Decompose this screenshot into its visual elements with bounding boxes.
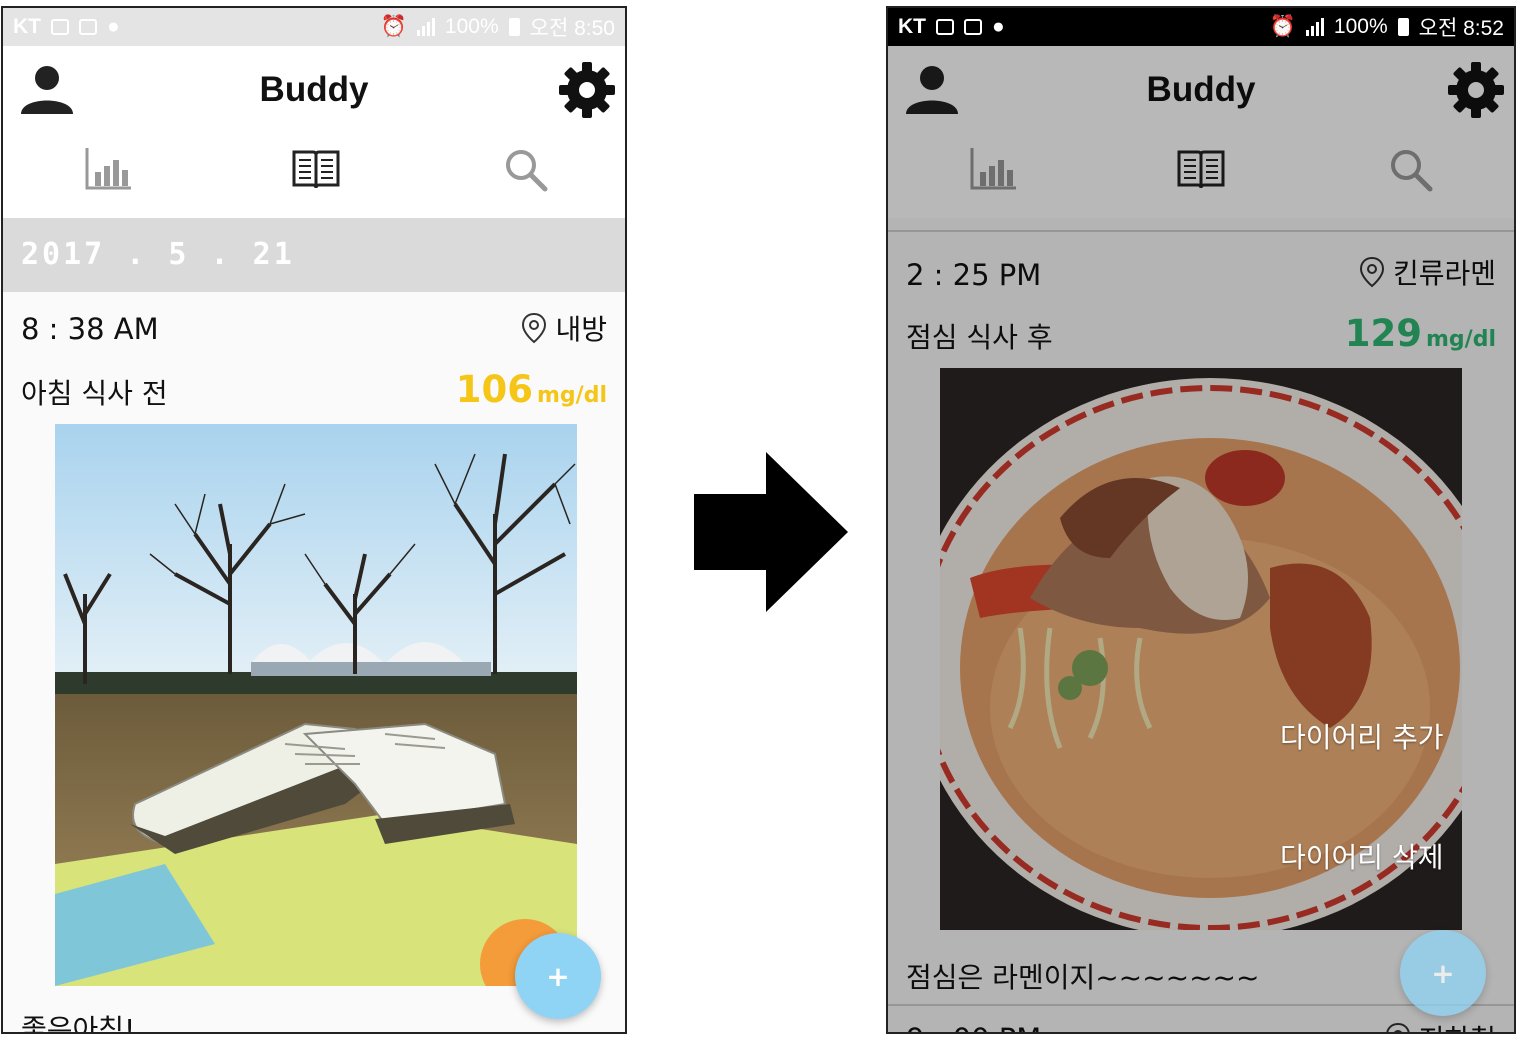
status-bar: KT ● ⏰ 100% 오전 8:52 (888, 8, 1514, 46)
gear-icon[interactable] (557, 60, 617, 120)
glucose-unit: mg/dl (1426, 327, 1496, 352)
app-title: Buddy (1146, 70, 1256, 109)
gear-icon[interactable] (1446, 60, 1506, 120)
add-entry-button[interactable]: + (1400, 930, 1486, 1016)
app-header: Buddy (888, 46, 1514, 218)
glucose-value: 129 (1344, 312, 1422, 355)
entry-location[interactable]: 킨류라멘 (1359, 252, 1496, 292)
notification-icon (936, 19, 954, 35)
location-label: 내방 (555, 313, 607, 346)
add-diary-menu-item[interactable]: 다이어리 추가 (1280, 716, 1443, 756)
diary-tab-icon[interactable] (291, 146, 341, 192)
signal-icon (416, 18, 435, 36)
notification-icon (51, 19, 69, 35)
app-header: Buddy (3, 46, 625, 218)
gallery-icon (79, 19, 97, 35)
clock: 오전 8:52 (1418, 17, 1504, 40)
carrier-label: KT (13, 15, 41, 38)
app-title: Buddy (259, 70, 369, 109)
phone-screen-after: KT ● ⏰ 100% 오전 8:52 Buddy 2: 25 PM 킨류라멘… (886, 6, 1516, 1034)
glucose-reading: 129 mg/dl (1345, 312, 1496, 355)
chat-icon: ● (107, 15, 120, 38)
carrier-label: KT (898, 15, 926, 38)
next-entry-location[interactable]: 지하철 (1385, 1018, 1496, 1032)
diary-tab-icon[interactable] (1176, 146, 1226, 192)
status-bar: KT ● ⏰ 100% 오전 8:50 (3, 8, 625, 46)
gallery-icon (964, 19, 982, 35)
entry-photo[interactable] (55, 424, 577, 986)
glucose-reading: 106 mg/dl (456, 368, 607, 411)
search-tab-icon[interactable] (1386, 146, 1436, 192)
entry-note: 점심은 라멘이지~~~~~~~ (906, 961, 1260, 994)
chart-tab-icon[interactable] (968, 146, 1018, 192)
location-pin-icon (522, 312, 547, 344)
entry-note: 좋은아침! (21, 1013, 136, 1034)
location-label: 킨류라멘 (1392, 257, 1496, 290)
entry-location[interactable]: 내방 (521, 308, 607, 348)
battery-icon (508, 18, 520, 36)
meal-label: 아침 식사 전 (21, 377, 168, 410)
add-entry-button[interactable]: + (515, 933, 601, 1019)
date-header: 2017 . 5 . 21 (3, 218, 625, 292)
battery-percent: 100% (444, 15, 499, 38)
signal-icon (1305, 18, 1324, 36)
meal-label: 점심 식사 후 (906, 321, 1053, 354)
chat-icon: ● (992, 15, 1005, 38)
entry-time: 8 : 38 AM (21, 312, 159, 346)
right-arrow-icon (694, 452, 848, 612)
search-tab-icon[interactable] (501, 146, 551, 192)
entry-time: 2 : 25 PM (906, 258, 1042, 292)
battery-icon (1397, 18, 1409, 36)
location-label: 지하철 (1419, 1018, 1496, 1032)
battery-percent: 100% (1333, 15, 1388, 38)
glucose-unit: mg/dl (537, 383, 607, 408)
location-pin-icon (1359, 256, 1384, 288)
divider (888, 230, 1514, 232)
location-pin-icon (1386, 1022, 1410, 1032)
chart-tab-icon[interactable] (83, 146, 133, 192)
glucose-value: 106 (455, 368, 533, 411)
alarm-icon: ⏰ (1269, 15, 1296, 38)
phone-screen-before: KT ● ⏰ 100% 오전 8:50 Buddy 2017 . 5 . 21 … (1, 6, 627, 1034)
alarm-icon: ⏰ (380, 15, 407, 38)
next-entry-time: 9 : 00 PM (906, 1022, 1041, 1032)
delete-diary-menu-item[interactable]: 다이어리 삭제 (1280, 836, 1443, 876)
clock: 오전 8:50 (529, 17, 615, 40)
